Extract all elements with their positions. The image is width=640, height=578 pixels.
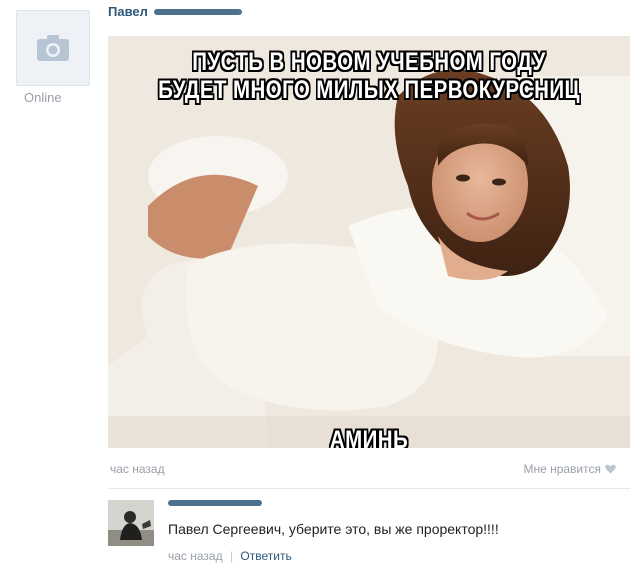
post-photo[interactable]: ПУСТЬ В НОВОМ УЧЕБНОМ ГОДУ БУДЕТ МНОГО М… bbox=[108, 36, 630, 448]
author-avatar-placeholder[interactable] bbox=[16, 10, 90, 86]
comment-text: Павел Сергеевич, уберите это, вы же прор… bbox=[168, 521, 499, 537]
redacted-commenter-name bbox=[168, 500, 262, 506]
post-time-link[interactable]: час назад bbox=[110, 462, 165, 476]
like-button[interactable]: Мне нравится bbox=[523, 462, 616, 476]
commenter-name-redacted[interactable] bbox=[168, 500, 262, 506]
comments-divider bbox=[108, 488, 630, 489]
commenter-avatar[interactable] bbox=[108, 500, 154, 546]
post-author-name[interactable]: Павел bbox=[108, 4, 148, 19]
meme-caption-top: ПУСТЬ В НОВОМ УЧЕБНОМ ГОДУ БУДЕТ МНОГО М… bbox=[158, 48, 580, 104]
camera-icon bbox=[37, 35, 69, 61]
online-status: Online bbox=[24, 90, 62, 105]
post-author-row: Павел bbox=[108, 4, 242, 19]
meme-caption-bottom: АМИНЬ bbox=[329, 426, 409, 448]
comment-time-link[interactable]: час назад bbox=[168, 549, 223, 563]
commenter-photo bbox=[108, 500, 154, 546]
heart-icon bbox=[605, 464, 616, 474]
comment-meta: час назад | Ответить bbox=[168, 549, 292, 563]
redacted-surname bbox=[153, 8, 242, 15]
reply-link[interactable]: Ответить bbox=[240, 549, 291, 563]
like-label: Мне нравится bbox=[523, 462, 601, 476]
meta-separator: | bbox=[229, 549, 234, 563]
